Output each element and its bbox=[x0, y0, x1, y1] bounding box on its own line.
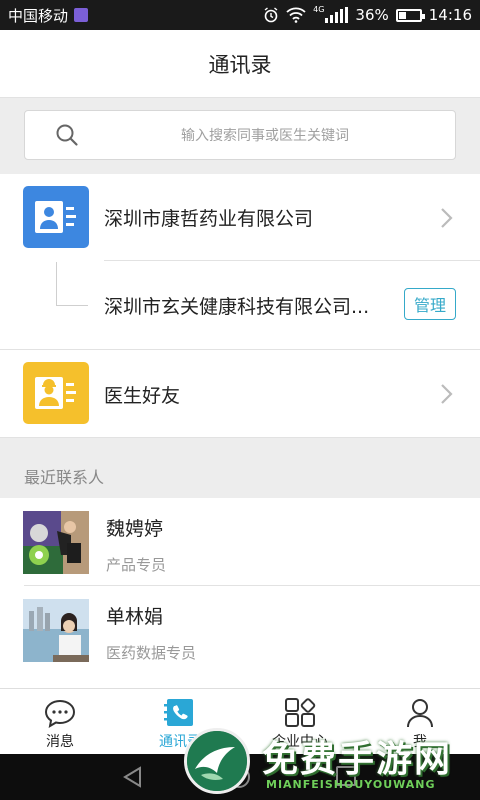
search-area bbox=[0, 98, 480, 174]
battery-icon bbox=[395, 8, 425, 22]
chevron-right-icon bbox=[441, 384, 453, 404]
status-bar: 中国移动 4G 36% 14:16 bbox=[0, 0, 480, 30]
tab-contacts[interactable]: 通讯录 bbox=[120, 689, 240, 755]
clock: 14:16 bbox=[428, 6, 472, 24]
tab-label: 企业中心 bbox=[272, 734, 328, 750]
divider bbox=[104, 260, 480, 261]
contact-role: 医药数据专员 bbox=[106, 644, 197, 662]
contact-item[interactable]: 单林娟 医药数据专员 bbox=[0, 586, 480, 674]
tab-me[interactable]: 我 bbox=[360, 689, 480, 755]
search-icon bbox=[56, 124, 78, 146]
user-icon bbox=[407, 699, 433, 728]
company-icon bbox=[23, 186, 89, 248]
recent-apps-icon[interactable] bbox=[336, 766, 356, 786]
tab-label: 通讯录 bbox=[159, 734, 201, 750]
company-name: 深圳市康哲药业有限公司 bbox=[104, 208, 314, 230]
search-input[interactable] bbox=[85, 123, 445, 149]
wifi-icon bbox=[286, 7, 306, 23]
bottom-tab-bar: 消息 通讯录 企业中心 我 bbox=[0, 688, 480, 754]
contact-name: 魏娉婷 bbox=[106, 518, 164, 540]
avatar bbox=[23, 511, 89, 574]
avatar bbox=[23, 599, 89, 662]
chevron-right-icon bbox=[441, 208, 453, 228]
battery-percent: 36% bbox=[355, 6, 389, 24]
tab-enterprise[interactable]: 企业中心 bbox=[240, 689, 360, 755]
recent-contacts-title: 最近联系人 bbox=[24, 468, 105, 487]
back-icon[interactable] bbox=[122, 766, 144, 788]
search-box[interactable] bbox=[24, 110, 456, 160]
contact-name: 单林娟 bbox=[106, 606, 164, 628]
doctor-icon bbox=[23, 362, 89, 424]
tree-connector-horizontal bbox=[56, 305, 88, 306]
app-notification-icon bbox=[74, 8, 89, 22]
organization-section: 深圳市康哲药业有限公司 深圳市玄关健康科技有限公司... 管理 bbox=[0, 174, 480, 350]
contact-role: 产品专员 bbox=[106, 556, 167, 574]
tree-connector bbox=[56, 262, 57, 306]
system-navigation-bar bbox=[0, 754, 480, 800]
sub-company-name[interactable]: 深圳市玄关健康科技有限公司... bbox=[104, 292, 394, 319]
doctor-friends-label: 医生好友 bbox=[104, 385, 181, 407]
tab-label: 消息 bbox=[46, 734, 74, 750]
contact-item[interactable]: 魏娉婷 产品专员 bbox=[0, 498, 480, 586]
tab-label: 我 bbox=[413, 734, 427, 750]
recent-contacts-list: 魏娉婷 产品专员 单林娟 医药数据专员 bbox=[0, 498, 480, 688]
tab-messages[interactable]: 消息 bbox=[0, 689, 120, 755]
phone-book-icon bbox=[164, 699, 193, 726]
company-row[interactable]: 深圳市康哲药业有限公司 bbox=[0, 174, 480, 262]
chat-bubble-icon bbox=[44, 699, 76, 728]
manage-button[interactable]: 管理 bbox=[404, 288, 456, 320]
recent-contacts-header: 最近联系人 bbox=[0, 438, 480, 498]
apps-grid-icon bbox=[285, 698, 316, 727]
signal-icon bbox=[325, 7, 349, 23]
home-icon[interactable] bbox=[228, 766, 250, 788]
doctor-friends-row[interactable]: 医生好友 bbox=[0, 350, 480, 438]
network-type-label: 4G bbox=[313, 4, 325, 14]
app-header: 通讯录 bbox=[0, 30, 480, 98]
alarm-icon bbox=[264, 7, 278, 23]
carrier-label: 中国移动 bbox=[8, 6, 69, 25]
page-title: 通讯录 bbox=[208, 52, 272, 77]
